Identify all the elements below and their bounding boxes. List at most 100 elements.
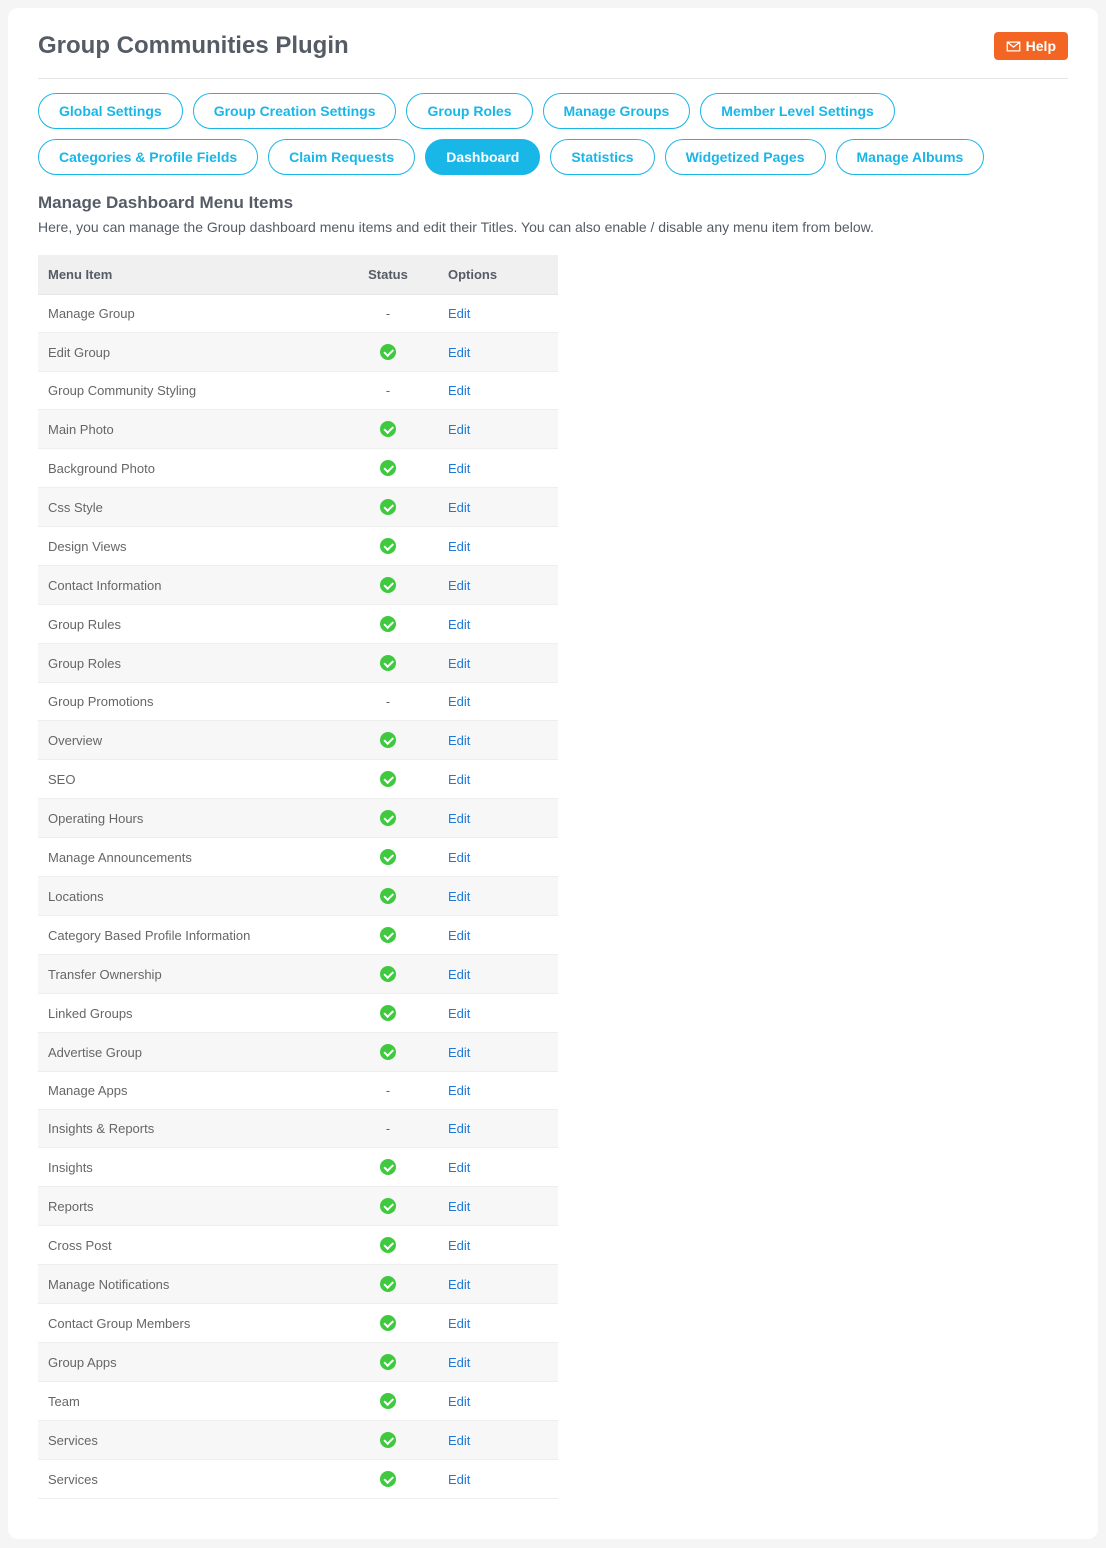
menu-item-status[interactable] bbox=[338, 1148, 438, 1187]
menu-item-name: Services bbox=[38, 1460, 338, 1499]
help-button[interactable]: Help bbox=[994, 32, 1068, 60]
menu-item-status[interactable]: - bbox=[338, 1110, 438, 1148]
menu-item-name: Insights bbox=[38, 1148, 338, 1187]
edit-link[interactable]: Edit bbox=[448, 1238, 470, 1253]
menu-item-options: Edit bbox=[438, 410, 558, 449]
menu-item-name: Design Views bbox=[38, 527, 338, 566]
menu-item-options: Edit bbox=[438, 994, 558, 1033]
page-title: Group Communities Plugin bbox=[38, 32, 349, 60]
menu-item-status[interactable]: - bbox=[338, 372, 438, 410]
edit-link[interactable]: Edit bbox=[448, 383, 470, 398]
tab-manage-groups[interactable]: Manage Groups bbox=[543, 93, 691, 129]
table-row: Operating HoursEdit bbox=[38, 799, 558, 838]
menu-item-status[interactable] bbox=[338, 1460, 438, 1499]
menu-item-name: Linked Groups bbox=[38, 994, 338, 1033]
tab-global-settings[interactable]: Global Settings bbox=[38, 93, 183, 129]
menu-item-status[interactable] bbox=[338, 955, 438, 994]
menu-item-status[interactable] bbox=[338, 916, 438, 955]
edit-link[interactable]: Edit bbox=[448, 500, 470, 515]
menu-item-status[interactable] bbox=[338, 527, 438, 566]
edit-link[interactable]: Edit bbox=[448, 617, 470, 632]
edit-link[interactable]: Edit bbox=[448, 811, 470, 826]
edit-link[interactable]: Edit bbox=[448, 1121, 470, 1136]
edit-link[interactable]: Edit bbox=[448, 850, 470, 865]
edit-link[interactable]: Edit bbox=[448, 1045, 470, 1060]
tab-dashboard[interactable]: Dashboard bbox=[425, 139, 540, 175]
table-row: Cross PostEdit bbox=[38, 1226, 558, 1265]
menu-item-status[interactable] bbox=[338, 1304, 438, 1343]
menu-item-status[interactable] bbox=[338, 799, 438, 838]
menu-item-status[interactable] bbox=[338, 333, 438, 372]
edit-link[interactable]: Edit bbox=[448, 889, 470, 904]
menu-item-status[interactable] bbox=[338, 838, 438, 877]
edit-link[interactable]: Edit bbox=[448, 1316, 470, 1331]
edit-link[interactable]: Edit bbox=[448, 345, 470, 360]
edit-link[interactable]: Edit bbox=[448, 1433, 470, 1448]
check-icon bbox=[380, 344, 396, 360]
tab-statistics[interactable]: Statistics bbox=[550, 139, 654, 175]
edit-link[interactable]: Edit bbox=[448, 422, 470, 437]
edit-link[interactable]: Edit bbox=[448, 928, 470, 943]
edit-link[interactable]: Edit bbox=[448, 772, 470, 787]
menu-item-status[interactable] bbox=[338, 1421, 438, 1460]
edit-link[interactable]: Edit bbox=[448, 1394, 470, 1409]
edit-link[interactable]: Edit bbox=[448, 1472, 470, 1487]
menu-item-status[interactable] bbox=[338, 1187, 438, 1226]
edit-link[interactable]: Edit bbox=[448, 306, 470, 321]
menu-item-status[interactable] bbox=[338, 488, 438, 527]
table-row: Contact Group Members Edit bbox=[38, 1304, 558, 1343]
edit-link[interactable]: Edit bbox=[448, 461, 470, 476]
edit-link[interactable]: Edit bbox=[448, 967, 470, 982]
edit-link[interactable]: Edit bbox=[448, 578, 470, 593]
table-row: Main Photo Edit bbox=[38, 410, 558, 449]
menu-item-status[interactable] bbox=[338, 1382, 438, 1421]
menu-item-status[interactable] bbox=[338, 1033, 438, 1072]
edit-link[interactable]: Edit bbox=[448, 733, 470, 748]
tab-member-level-settings[interactable]: Member Level Settings bbox=[700, 93, 895, 129]
dash-icon: - bbox=[386, 383, 390, 398]
edit-link[interactable]: Edit bbox=[448, 1355, 470, 1370]
menu-item-status[interactable] bbox=[338, 760, 438, 799]
edit-link[interactable]: Edit bbox=[448, 1277, 470, 1292]
tab-group-creation-settings[interactable]: Group Creation Settings bbox=[193, 93, 397, 129]
tabs-nav: Global Settings Group Creation SettingsGr… bbox=[38, 93, 1068, 175]
menu-item-options: Edit bbox=[438, 760, 558, 799]
menu-item-status[interactable] bbox=[338, 721, 438, 760]
tab-categories-profile-fields[interactable]: Categories & Profile Fields bbox=[38, 139, 258, 175]
menu-item-status[interactable] bbox=[338, 1226, 438, 1265]
menu-item-options: Edit bbox=[438, 1148, 558, 1187]
menu-item-status[interactable]: - bbox=[338, 1072, 438, 1110]
menu-item-name: Manage Announcements bbox=[38, 838, 338, 877]
menu-item-status[interactable]: - bbox=[338, 683, 438, 721]
tab-claim-requests[interactable]: Claim Requests bbox=[268, 139, 415, 175]
menu-item-status[interactable]: - bbox=[338, 295, 438, 333]
edit-link[interactable]: Edit bbox=[448, 1083, 470, 1098]
tab-widgetized-pages[interactable]: Widgetized Pages bbox=[665, 139, 826, 175]
menu-item-options: Edit bbox=[438, 449, 558, 488]
edit-link[interactable]: Edit bbox=[448, 1199, 470, 1214]
menu-item-name: Contact Group Members bbox=[38, 1304, 338, 1343]
menu-item-name: SEO bbox=[38, 760, 338, 799]
menu-item-name: Group Rules bbox=[38, 605, 338, 644]
menu-item-name: Services bbox=[38, 1421, 338, 1460]
menu-item-status[interactable] bbox=[338, 877, 438, 916]
menu-item-status[interactable] bbox=[338, 605, 438, 644]
menu-item-name: Main Photo bbox=[38, 410, 338, 449]
edit-link[interactable]: Edit bbox=[448, 694, 470, 709]
menu-item-name: Group Promotions bbox=[38, 683, 338, 721]
edit-link[interactable]: Edit bbox=[448, 539, 470, 554]
tab-manage-albums[interactable]: Manage Albums bbox=[836, 139, 985, 175]
menu-item-status[interactable] bbox=[338, 449, 438, 488]
table-row: SEO Edit bbox=[38, 760, 558, 799]
menu-item-status[interactable] bbox=[338, 410, 438, 449]
edit-link[interactable]: Edit bbox=[448, 656, 470, 671]
edit-link[interactable]: Edit bbox=[448, 1006, 470, 1021]
menu-item-status[interactable] bbox=[338, 994, 438, 1033]
menu-item-status[interactable] bbox=[338, 1343, 438, 1382]
tab-group-roles[interactable]: Group Roles bbox=[406, 93, 532, 129]
menu-item-status[interactable] bbox=[338, 644, 438, 683]
menu-item-status[interactable] bbox=[338, 566, 438, 605]
menu-item-status[interactable] bbox=[338, 1265, 438, 1304]
table-row: Contact InformationEdit bbox=[38, 566, 558, 605]
edit-link[interactable]: Edit bbox=[448, 1160, 470, 1175]
